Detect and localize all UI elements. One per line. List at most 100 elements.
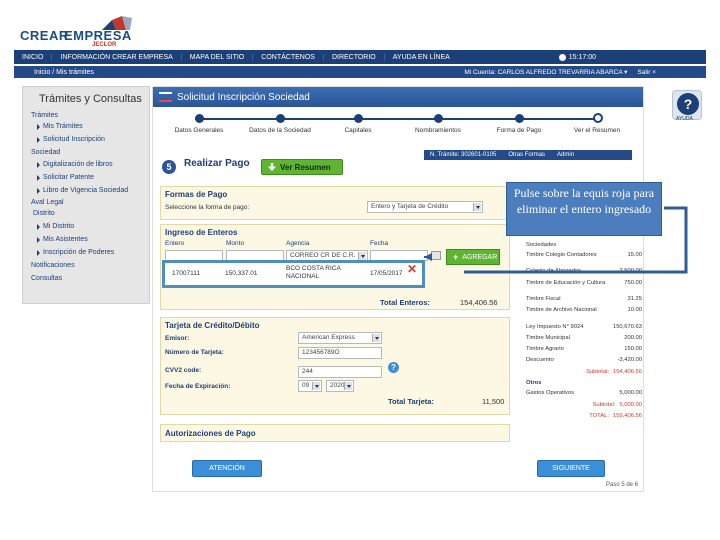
- sidebar-item-label: Solicitud Inscripción: [43, 136, 105, 143]
- sidebar-item-asistentes[interactable]: Mis Asistentes: [37, 236, 88, 243]
- atencion-button[interactable]: ATENCIÓN: [192, 460, 262, 477]
- download-icon: [268, 163, 276, 171]
- sidebar-section-aval[interactable]: Aval Legal: [31, 199, 64, 206]
- nav-item-inicio[interactable]: INICIO: [14, 53, 53, 61]
- sidebar-item-poderes[interactable]: Inscripción de Poderes: [37, 249, 114, 256]
- summary-label: Timbre Fiscal: [526, 296, 561, 302]
- sidebar-section-notificaciones[interactable]: Notificaciones: [31, 262, 75, 269]
- sidebar-section-tramites[interactable]: Trámites: [31, 112, 58, 119]
- cvv-input[interactable]: 244: [298, 366, 382, 378]
- nav-item-contactenos[interactable]: CONTÁCTENOS: [253, 53, 324, 61]
- summary-label: Timbre Municipal: [526, 335, 570, 341]
- ingreso-enteros-title: Ingreso de Enteros: [165, 228, 238, 237]
- summary-label: Descuento: [526, 357, 554, 363]
- instruction-callout: Pulse sobre la equis roja para eliminar …: [506, 182, 662, 236]
- chevron-down-icon: [344, 382, 352, 390]
- step-label-6: Ver el Resumen: [573, 127, 621, 134]
- nav-item-directorio[interactable]: DIRECTORIO: [324, 53, 385, 61]
- summary-value: 5,000.00: [619, 390, 642, 396]
- numero-tarjeta-label: Número de Tarjeta:: [165, 349, 224, 356]
- sidebar-item-label: Mi Distrito: [43, 223, 75, 230]
- sidebar-section-consultas[interactable]: Consultas: [31, 275, 62, 282]
- sidebar-item-mis-tramites[interactable]: Mis Trámites: [37, 123, 83, 130]
- subtotal-row: Subtotal: 5,000.00: [526, 402, 642, 409]
- total-enteros-label: Total Enteros:: [380, 298, 430, 307]
- top-nav: INICIO INFORMACIÓN CREAR EMPRESA MAPA DE…: [14, 50, 706, 64]
- chevron-down-icon: [358, 252, 366, 260]
- chevron-down-icon: [312, 382, 320, 390]
- autorizaciones-title: Autorizaciones de Pago: [165, 429, 256, 438]
- sidebar-section-distrito[interactable]: Distrito: [33, 210, 55, 217]
- bullet-icon: [37, 223, 40, 230]
- sidebar: Trámites y Consultas Trámites Mis Trámit…: [22, 86, 150, 304]
- ver-resumen-button[interactable]: Ver Resumen: [261, 159, 343, 175]
- subtotal-value: 154,406.56: [612, 369, 642, 375]
- summary-label: Ley Impuesto N° 9024: [526, 324, 584, 330]
- summary-value: 150.00: [624, 346, 642, 352]
- sidebar-item-vigencia[interactable]: Libro de Vigencia Sociedad: [37, 187, 128, 194]
- forma-pago-label: Seleccione la forma de pago:: [165, 204, 250, 211]
- delete-icon[interactable]: ✕: [407, 263, 417, 275]
- step-dot-2[interactable]: [276, 114, 285, 123]
- summary-value: 750.00: [624, 280, 642, 286]
- sidebar-item-label: Solicitar Patente: [43, 174, 94, 181]
- step-dot-5[interactable]: [515, 114, 524, 123]
- sidebar-item-label: Mis Trámites: [43, 123, 83, 130]
- step-number-badge: 5: [162, 160, 176, 174]
- step-dot-6[interactable]: [593, 113, 603, 123]
- otros-heading: Otros: [526, 380, 642, 387]
- row-agencia: BCO COSTA RICA NACIONAL: [286, 265, 341, 280]
- nav-item-ayuda[interactable]: AYUDA EN LÍNEA: [385, 54, 458, 61]
- sidebar-item-mi-distrito[interactable]: Mi Distrito: [37, 223, 74, 230]
- summary-label: Timbre de Archivo Nacional: [526, 307, 597, 313]
- col-agencia: Agencia: [286, 240, 310, 247]
- tramite-estado: Otras Formas: [508, 152, 546, 158]
- breadcrumb[interactable]: Inicio / Mis trámites: [14, 69, 94, 76]
- siguiente-button[interactable]: SIGUIENTE: [537, 460, 605, 477]
- bullet-icon: [37, 249, 40, 256]
- brand-name-part1: CREAR: [20, 28, 69, 43]
- summary-row: Ley Impuesto N° 9024 150,670.63: [526, 324, 642, 331]
- subtotal-value: 5,000.00: [619, 402, 642, 408]
- exp-year-select[interactable]: 2020: [326, 380, 354, 392]
- sidebar-item-label: Digitalización de libros: [43, 161, 113, 168]
- row-fecha: 17/05/2017: [370, 270, 403, 277]
- help-icon[interactable]: ?: [388, 362, 399, 373]
- logout-link[interactable]: Salir ×: [627, 69, 706, 76]
- bullet-icon: [37, 236, 40, 243]
- summary-value: 10.00: [627, 307, 642, 313]
- form-icon: [159, 92, 172, 102]
- row-monto: 150,337.01: [225, 270, 258, 277]
- step-dot-3[interactable]: [354, 114, 363, 123]
- step-label-3: Capitales: [344, 127, 372, 134]
- exp-month-select[interactable]: 09: [298, 380, 322, 392]
- help-button[interactable]: ? AYUDA: [672, 90, 702, 122]
- summary-row: Timbre de Educación y Cultura 750.00: [526, 280, 642, 287]
- tramite-number: N. Trámite: 302601-0105: [430, 152, 497, 158]
- sidebar-item-label: Libro de Vigencia Sociedad: [43, 187, 129, 194]
- emisor-label: Emisor:: [165, 335, 190, 342]
- emisor-select[interactable]: American Express: [298, 332, 382, 344]
- summary-label: Timbre Agrario: [526, 346, 564, 352]
- user-account-menu[interactable]: Mi Cuenta: CARLOS ALFREDO TREVARRIA ABAR…: [464, 68, 627, 76]
- sidebar-item-digitalizacion[interactable]: Digitalización de libros: [37, 161, 113, 168]
- chevron-down-icon: [372, 334, 380, 342]
- step-dot-1[interactable]: [195, 114, 204, 123]
- bullet-icon: [37, 174, 40, 181]
- nav-item-informacion[interactable]: INFORMACIÓN CREAR EMPRESA: [52, 53, 182, 61]
- numero-tarjeta-input[interactable]: 123456789O: [298, 347, 382, 359]
- stepper-line: [195, 118, 601, 120]
- total-label: TOTAL:: [589, 413, 609, 419]
- step-label-1: Datos Generales: [174, 127, 224, 134]
- sidebar-item-solicitud[interactable]: Solicitud Inscripción: [37, 136, 105, 143]
- nav-item-mapa[interactable]: MAPA DEL SITIO: [182, 53, 254, 61]
- tarjeta-title: Tarjeta de Crédito/Débito: [165, 321, 260, 330]
- step-dot-4[interactable]: [434, 114, 443, 123]
- summary-row: Timbre Fiscal 31.25: [526, 296, 642, 303]
- sidebar-item-patente[interactable]: Solicitar Patente: [37, 174, 94, 181]
- formas-pago-title: Formas de Pago: [165, 190, 228, 199]
- exp-label: Fecha de Expiración:: [165, 383, 231, 390]
- summary-label: Gastos Operativos: [526, 390, 575, 396]
- brand-logo[interactable]: CREAR EMPRESA JECLOR: [20, 14, 132, 48]
- sidebar-section-sociedad[interactable]: Sociedad: [31, 149, 60, 156]
